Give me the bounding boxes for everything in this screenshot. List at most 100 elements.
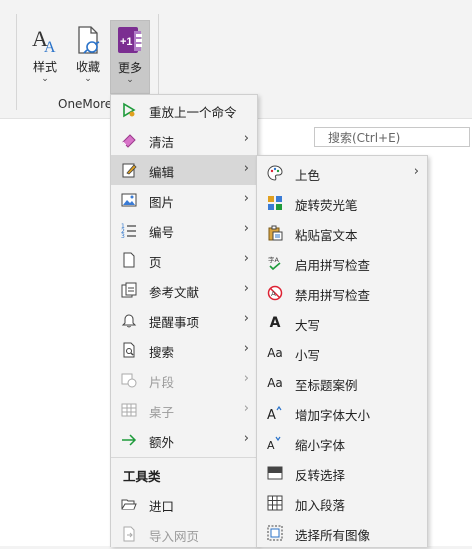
- menu-item-page[interactable]: 页 ›: [111, 245, 257, 275]
- menu-item-table[interactable]: 桌子 ›: [111, 395, 257, 425]
- svg-text:A: A: [271, 290, 276, 298]
- menu-item-edit[interactable]: 编辑 ›: [111, 155, 257, 185]
- snippet-icon: [121, 372, 137, 388]
- join-paragraph-icon: [267, 495, 283, 511]
- submenu-item-select-images[interactable]: 选择所有图像: [257, 518, 427, 548]
- svg-text:字A: 字A: [268, 255, 280, 264]
- references-icon: [121, 282, 137, 298]
- more-label: 更多: [117, 61, 142, 75]
- chevron-right-icon: ›: [243, 281, 249, 296]
- menu-item-label: 参考文献: [149, 285, 200, 300]
- spellcheck-enable-icon: 字A: [267, 255, 283, 271]
- submenu-item-paste-rich[interactable]: 粘贴富文本: [257, 218, 427, 248]
- menu-item-snippets[interactable]: 片段 ›: [111, 365, 257, 395]
- submenu-item-titlecase[interactable]: Aa 至标题案例: [257, 368, 427, 398]
- edit-submenu: 上色 › 旋转荧光笔 粘贴富文本 字A 启用拼写检查 A 禁用拼写检查 A 大写…: [256, 155, 428, 547]
- menu-item-label: 编号: [149, 225, 175, 240]
- decrease-font-icon: A: [267, 435, 283, 451]
- rotate-highlighter-icon: [267, 195, 283, 211]
- ribbon-separator: [16, 14, 17, 110]
- menu-item-clean[interactable]: 清洁 ›: [111, 125, 257, 155]
- menu-item-search[interactable]: 搜索 ›: [111, 335, 257, 365]
- edit-icon: [121, 162, 137, 178]
- submenu-item-disable-spellcheck[interactable]: A 禁用拼写检查: [257, 278, 427, 308]
- menu-item-label: 禁用拼写检查: [295, 288, 371, 303]
- ribbon-group-label: OneMore: [58, 97, 113, 111]
- submenu-item-invert-selection[interactable]: 反转选择: [257, 458, 427, 488]
- menu-item-image[interactable]: 图片 ›: [111, 185, 257, 215]
- favorites-label: 收藏: [75, 60, 100, 74]
- folder-open-icon: [121, 496, 137, 512]
- chevron-right-icon: ›: [243, 251, 249, 266]
- menu-item-label: 加入段落: [295, 498, 346, 513]
- menu-item-label: 启用拼写检查: [295, 258, 371, 273]
- menu-item-label: 提醒事项: [149, 315, 200, 330]
- chevron-down-icon: ⌄: [41, 74, 49, 84]
- menu-item-label: 桌子: [149, 405, 175, 420]
- menu-item-label: 编辑: [149, 165, 175, 180]
- menu-item-label: 导入网页: [149, 529, 200, 544]
- import-web-icon: [121, 526, 137, 542]
- palette-icon: [267, 165, 283, 181]
- search-doc-icon: [121, 342, 137, 358]
- chevron-down-icon: ⌄: [84, 74, 92, 84]
- menu-item-label: 反转选择: [295, 468, 346, 483]
- arrow-right-icon: [121, 432, 137, 448]
- menu-item-label: 缩小字体: [295, 438, 346, 453]
- submenu-item-increase-font[interactable]: A 增加字体大小: [257, 398, 427, 428]
- chevron-right-icon: ›: [243, 431, 249, 446]
- eraser-icon: [121, 132, 137, 148]
- styles-icon: A A: [30, 24, 60, 56]
- submenu-item-decrease-font[interactable]: A 缩小字体: [257, 428, 427, 458]
- more-button[interactable]: +1 更多 ⌄: [110, 20, 150, 94]
- paste-rich-text-icon: [267, 225, 283, 241]
- svg-text:3: 3: [121, 233, 125, 238]
- invert-selection-icon: [267, 465, 283, 481]
- menu-item-label: 片段: [149, 375, 175, 390]
- menu-item-reminders[interactable]: 提醒事项 ›: [111, 305, 257, 335]
- search-input[interactable]: 搜索(Ctrl+E): [314, 127, 470, 147]
- submenu-item-colorize[interactable]: 上色 ›: [257, 158, 427, 188]
- menu-item-label: 增加字体大小: [295, 408, 371, 423]
- select-images-icon: [267, 525, 283, 541]
- more-badge: +1: [120, 36, 133, 48]
- chevron-right-icon: ›: [243, 221, 249, 236]
- chevron-right-icon: ›: [413, 164, 419, 179]
- submenu-item-rotate-highlighter[interactable]: 旋转荧光笔: [257, 188, 427, 218]
- menu-item-label: 旋转荧光笔: [295, 198, 358, 213]
- submenu-item-join-paragraph[interactable]: 加入段落: [257, 488, 427, 518]
- menu-item-label: 额外: [149, 435, 175, 450]
- menu-item-replay[interactable]: 重放上一个命令: [111, 95, 257, 125]
- submenu-item-uppercase[interactable]: A 大写: [257, 308, 427, 338]
- menu-item-references[interactable]: 参考文献 ›: [111, 275, 257, 305]
- menu-item-numbering[interactable]: 123 编号 ›: [111, 215, 257, 245]
- titlecase-icon: Aa: [267, 376, 283, 390]
- menu-item-extras[interactable]: 额外 ›: [111, 425, 257, 455]
- menu-item-label: 进口: [149, 499, 175, 514]
- chevron-right-icon: ›: [243, 191, 249, 206]
- submenu-item-lowercase[interactable]: Aa 小写: [257, 338, 427, 368]
- styles-button[interactable]: A A 样式 ⌄: [26, 20, 64, 92]
- menu-separator: [111, 457, 257, 458]
- menu-item-import[interactable]: 进口: [111, 489, 257, 519]
- chevron-right-icon: ›: [243, 311, 249, 326]
- table-icon: [121, 402, 137, 418]
- menu-item-import-web[interactable]: 导入网页: [111, 519, 257, 549]
- styles-label: 样式: [32, 60, 57, 74]
- chevron-right-icon: ›: [243, 341, 249, 356]
- svg-text:A: A: [267, 439, 275, 451]
- menu-item-label: 搜索: [149, 345, 175, 360]
- menu-section-header: 工具类: [123, 469, 161, 484]
- uppercase-icon: A: [269, 315, 281, 331]
- more-menu: 重放上一个命令 清洁 › 编辑 › 图片 › 123 编号 › 页 › 参考文献…: [110, 94, 258, 547]
- svg-text:A: A: [267, 408, 276, 421]
- numbering-icon: 123: [121, 222, 137, 238]
- page-icon: [121, 252, 137, 268]
- chevron-right-icon: ›: [243, 371, 249, 386]
- menu-item-label: 上色: [295, 168, 321, 183]
- chevron-right-icon: ›: [243, 401, 249, 416]
- favorites-button[interactable]: 收藏 ⌄: [69, 20, 107, 92]
- submenu-item-enable-spellcheck[interactable]: 字A 启用拼写检查: [257, 248, 427, 278]
- chevron-down-icon: ⌄: [126, 75, 134, 85]
- lowercase-icon: Aa: [267, 346, 283, 360]
